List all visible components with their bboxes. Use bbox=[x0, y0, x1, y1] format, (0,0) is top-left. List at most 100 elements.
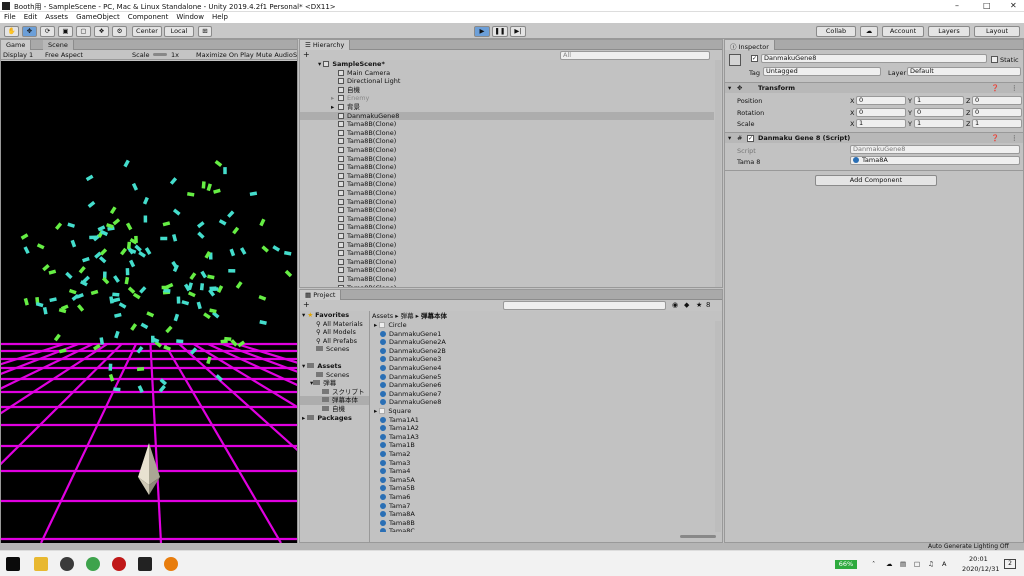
hierarchy-item[interactable]: Tama8B(Clone) bbox=[300, 206, 714, 215]
hierarchy-item[interactable]: Tama8B(Clone) bbox=[300, 146, 714, 155]
asset-item[interactable]: DanmakuGene2B bbox=[372, 347, 714, 356]
ime-icon[interactable]: □ bbox=[914, 560, 920, 568]
hierarchy-item[interactable]: Tama8B(Clone) bbox=[300, 232, 714, 241]
hierarchy-item[interactable]: Tama8B(Clone) bbox=[300, 241, 714, 250]
project-scrollbar[interactable] bbox=[715, 321, 721, 532]
transform-rotation-y-field[interactable]: 0 bbox=[914, 107, 964, 117]
pivot-local-button[interactable]: Local bbox=[164, 26, 194, 37]
windows-start-icon[interactable] bbox=[6, 557, 20, 571]
menu-component[interactable]: Component bbox=[124, 12, 173, 22]
move-tool-icon[interactable]: ✥ bbox=[22, 26, 37, 37]
record-icon[interactable] bbox=[112, 557, 126, 571]
breadcrumb-current[interactable]: 弾幕本体 bbox=[421, 312, 447, 320]
account-dropdown[interactable]: Account bbox=[882, 26, 924, 37]
aspect-dropdown[interactable]: Free Aspect bbox=[45, 51, 83, 59]
asset-item[interactable]: Tama3 bbox=[372, 459, 714, 468]
display-dropdown[interactable]: Display 1 bbox=[3, 51, 33, 59]
script-enabled-checkbox[interactable]: ✓ bbox=[747, 135, 754, 142]
hierarchy-item[interactable]: 自機 bbox=[300, 86, 714, 95]
menu-assets[interactable]: Assets bbox=[41, 12, 72, 22]
close-icon[interactable]: ✕ bbox=[1010, 1, 1017, 10]
hierarchy-item[interactable]: Tama8B(Clone) bbox=[300, 266, 714, 275]
tree-player[interactable]: 自機 bbox=[322, 405, 369, 414]
tab-project[interactable]: ▦ Project bbox=[300, 290, 342, 300]
asset-item[interactable]: ▸ Circle bbox=[372, 321, 714, 330]
stats-toggle[interactable]: S bbox=[293, 51, 297, 59]
scale-slider[interactable] bbox=[153, 53, 167, 56]
transform-position-z-field[interactable]: 0 bbox=[972, 96, 1022, 105]
menu-gameobject[interactable]: GameObject bbox=[72, 12, 124, 22]
unity-taskbar-icon[interactable] bbox=[138, 557, 152, 571]
transform-rotation-z-field[interactable]: 0 bbox=[972, 107, 1022, 117]
clock-time[interactable]: 20:01 bbox=[969, 555, 988, 563]
asset-item[interactable]: DanmakuGene5 bbox=[372, 373, 714, 382]
hand-tool-icon[interactable]: ✋ bbox=[4, 26, 19, 37]
project-search-input[interactable] bbox=[503, 301, 666, 310]
hierarchy-item[interactable]: Tama8B(Clone) bbox=[300, 249, 714, 258]
rotate-tool-icon[interactable]: ⟳ bbox=[40, 26, 55, 37]
cloud-icon[interactable]: ☁ bbox=[860, 26, 878, 37]
asset-item[interactable]: Tama1A3 bbox=[372, 433, 714, 442]
icon-size-slider[interactable] bbox=[680, 535, 716, 538]
component-menu-icon[interactable]: ⋮ bbox=[1011, 134, 1018, 142]
play-button[interactable]: ▶ bbox=[474, 26, 490, 37]
tree-packages[interactable]: ▸ Packages bbox=[302, 414, 369, 423]
game-viewport[interactable] bbox=[1, 61, 297, 543]
hierarchy-scrollbar[interactable] bbox=[715, 60, 721, 287]
menu-edit[interactable]: Edit bbox=[20, 12, 42, 22]
hierarchy-search-input[interactable]: All bbox=[560, 51, 710, 60]
blender-icon[interactable] bbox=[164, 557, 178, 571]
tree-fav-scenes[interactable]: Scenes bbox=[316, 345, 369, 354]
transform-header[interactable]: ▾ ✥ Transform ❓ ⋮ bbox=[725, 82, 1023, 93]
transform-rotation-x-field[interactable]: 0 bbox=[856, 107, 906, 117]
rect-tool-icon[interactable]: ▢ bbox=[76, 26, 91, 37]
asset-item[interactable]: Tama5A bbox=[372, 476, 714, 485]
active-checkbox[interactable]: ✓ bbox=[751, 55, 758, 62]
transform-scale-x-field[interactable]: 1 bbox=[856, 119, 906, 128]
file-explorer-icon[interactable] bbox=[34, 557, 48, 571]
tab-hierarchy[interactable]: ☰ Hierarchy bbox=[300, 40, 351, 50]
pause-button[interactable]: ❚❚ bbox=[492, 26, 508, 37]
network-icon[interactable]: ▤ bbox=[900, 560, 906, 568]
transform-position-x-field[interactable]: 0 bbox=[856, 96, 906, 105]
maximize-on-play-toggle[interactable]: Maximize On Play bbox=[196, 51, 254, 59]
asset-item[interactable]: Tama8C bbox=[372, 527, 714, 532]
foldout-icon[interactable]: ▾ bbox=[728, 134, 731, 142]
clock-date[interactable]: 2020/12/31 bbox=[962, 565, 999, 573]
chrome-icon[interactable] bbox=[86, 557, 100, 571]
hierarchy-item[interactable]: ▸ Enemy bbox=[300, 94, 714, 103]
tama8-object-field[interactable]: Tama8A bbox=[850, 156, 1020, 165]
hierarchy-item[interactable]: Tama8B(Clone) bbox=[300, 172, 714, 181]
custom-tool-icon[interactable]: ⚙ bbox=[112, 26, 127, 37]
asset-item[interactable]: ▸ Square bbox=[372, 407, 714, 416]
add-component-button[interactable]: Add Component bbox=[815, 175, 937, 186]
help-icon[interactable]: ❓ bbox=[991, 84, 999, 92]
hierarchy-item[interactable]: Main Camera bbox=[300, 69, 714, 78]
tree-danmaku[interactable]: ▾ 弾幕 bbox=[310, 379, 369, 388]
tab-game[interactable]: Game bbox=[1, 40, 32, 50]
layout-dropdown[interactable]: Layout bbox=[974, 26, 1020, 37]
component-menu-icon[interactable]: ⋮ bbox=[1011, 84, 1018, 92]
tree-assets[interactable]: ▾ Assets bbox=[302, 362, 369, 371]
asset-item[interactable]: Tama1B bbox=[372, 441, 714, 450]
hierarchy-item[interactable]: Tama8B(Clone) bbox=[300, 155, 714, 164]
asset-item[interactable]: DanmakuGene1 bbox=[372, 330, 714, 339]
asset-item[interactable]: Tama7 bbox=[372, 502, 714, 511]
asset-item[interactable]: Tama8A bbox=[372, 510, 714, 519]
help-icon[interactable]: ❓ bbox=[991, 134, 999, 142]
asset-item[interactable]: Tama8B bbox=[372, 519, 714, 528]
breadcrumb-danmaku[interactable]: 弾幕 bbox=[401, 312, 414, 320]
asset-item[interactable]: Tama1A1 bbox=[372, 416, 714, 425]
tag-dropdown[interactable]: Untagged bbox=[763, 67, 881, 76]
transform-tool-icon[interactable]: ❖ bbox=[94, 26, 109, 37]
maximize-icon[interactable]: □ bbox=[983, 1, 991, 10]
hierarchy-item[interactable]: Tama8B(Clone) bbox=[300, 215, 714, 224]
foldout-icon[interactable]: ▾ bbox=[728, 84, 731, 92]
volume-icon[interactable]: ♫ bbox=[928, 560, 934, 568]
tray-up-icon[interactable]: ˄ bbox=[872, 560, 875, 568]
step-button[interactable]: ▶| bbox=[510, 26, 526, 37]
tab-inspector[interactable]: ⓘ Inspector bbox=[725, 40, 775, 51]
hierarchy-item[interactable]: Tama8B(Clone) bbox=[300, 258, 714, 267]
tree-all-models[interactable]: ⚲ All Models bbox=[316, 328, 369, 337]
layers-dropdown[interactable]: Layers bbox=[928, 26, 970, 37]
